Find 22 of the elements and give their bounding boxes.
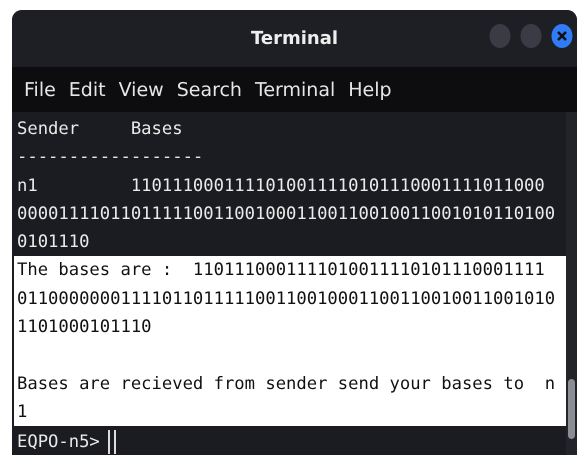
menu-item[interactable]: Edit: [68, 78, 106, 100]
output-line: Sender Bases: [17, 118, 183, 141]
output-line: 0000111101101111100110010001100110010011001010110100: [17, 202, 556, 226]
menu-item[interactable]: File: [24, 78, 56, 100]
close-icon[interactable]: [551, 24, 573, 48]
menu-item[interactable]: Help: [348, 78, 392, 100]
window-title: Terminal: [250, 28, 338, 49]
text-cursor: [108, 430, 116, 454]
scrollbar-thumb[interactable]: [568, 379, 575, 439]
menu-item[interactable]: Terminal: [254, 78, 336, 100]
output-line: The bases are : 1101110001111010011110101110001111: [17, 259, 545, 282]
output-line: n1 1101110001111010011110101110001111011000: [17, 174, 545, 198]
shell-prompt: EQPO-n5>: [17, 432, 100, 452]
output-line: 0110000000111101101111100110010001100110010011001010: [17, 288, 556, 311]
output-line: 1101000101110: [17, 316, 152, 340]
menu-item[interactable]: View: [118, 78, 164, 100]
output-line: 0101110: [17, 231, 90, 254]
menu-item[interactable]: Search: [176, 78, 242, 100]
scrollbar[interactable]: [566, 112, 577, 455]
output-line: Bases are recieved from sender send your bases to n: [17, 372, 556, 396]
output-line: ------------------: [17, 146, 204, 170]
output-line: 1: [17, 400, 28, 424]
